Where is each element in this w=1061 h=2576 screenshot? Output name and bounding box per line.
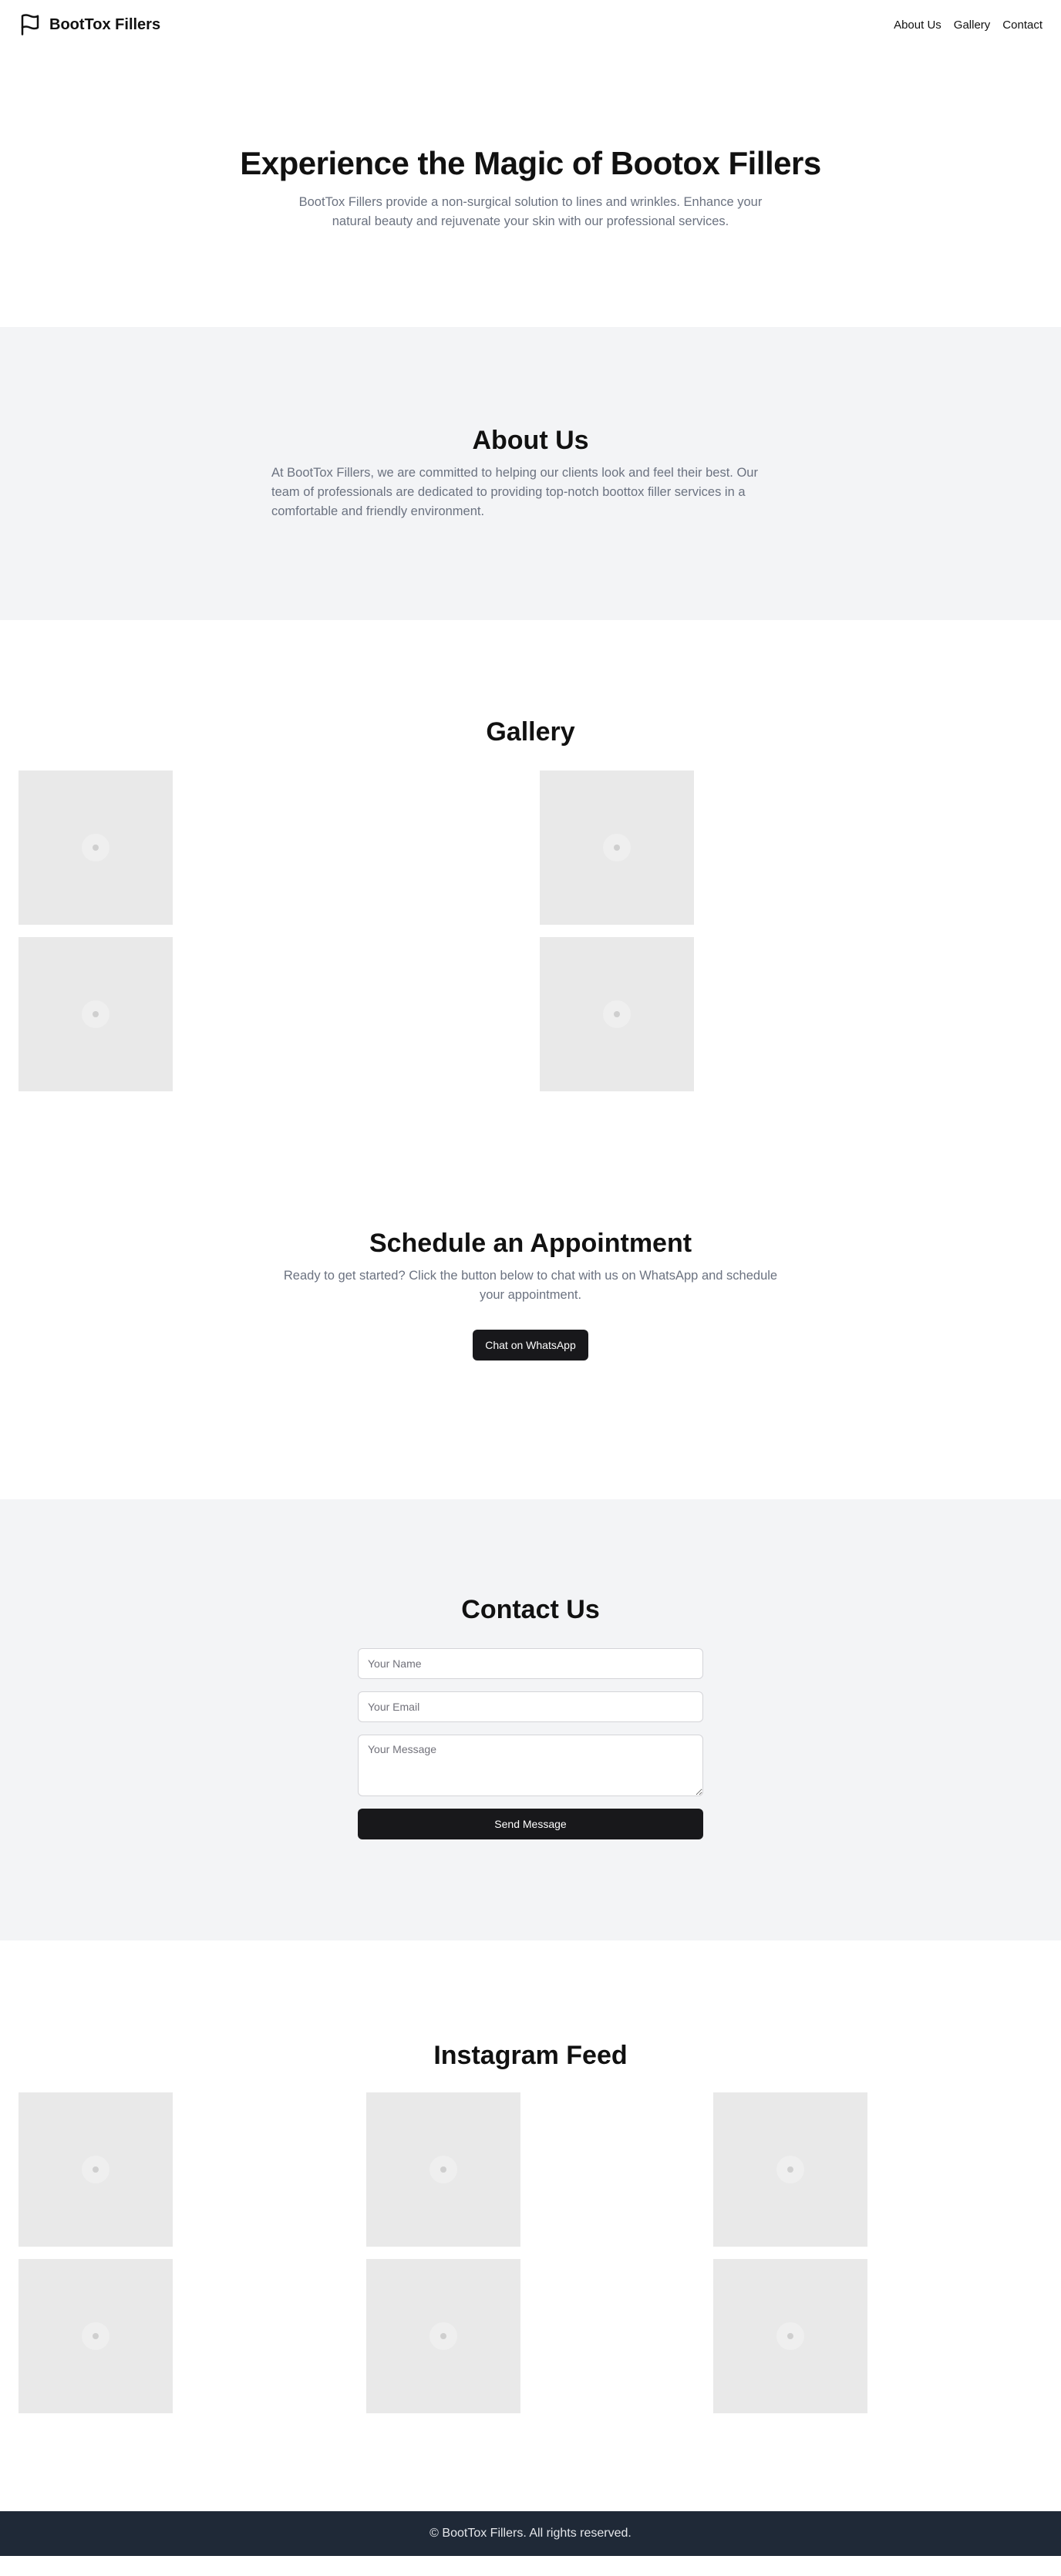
contact-section: Contact Us Send Message	[0, 1499, 1061, 1940]
about-title: About Us	[472, 426, 589, 456]
image-placeholder-icon	[82, 2322, 109, 2350]
instagram-image[interactable]	[713, 2259, 868, 2413]
gallery-section: Gallery	[0, 620, 1061, 1192]
nav-link-about-us[interactable]: About Us	[894, 19, 941, 32]
gallery-grid	[19, 770, 1042, 1091]
site-footer: © BootTox Fillers. All rights reserved.	[0, 2511, 1061, 2556]
hero-subtitle: BootTox Fillers provide a non-surgical s…	[298, 195, 763, 228]
send-message-button[interactable]: Send Message	[358, 1809, 703, 1839]
contact-form: Send Message	[358, 1648, 703, 1839]
footer-copyright: © BootTox Fillers. All rights reserved.	[429, 2527, 632, 2540]
message-field[interactable]	[358, 1735, 703, 1796]
image-placeholder-icon	[603, 1000, 631, 1028]
nav-link-contact[interactable]: Contact	[1002, 19, 1042, 32]
image-placeholder-icon	[82, 1000, 109, 1028]
instagram-grid	[19, 2092, 1042, 2413]
brand-name: BootTox Fillers	[49, 15, 161, 33]
schedule-section: Schedule an Appointment Ready to get sta…	[0, 1192, 1061, 1499]
schedule-title: Schedule an Appointment	[369, 1229, 692, 1258]
instagram-image[interactable]	[19, 2092, 173, 2247]
whatsapp-button[interactable]: Chat on WhatsApp	[473, 1329, 588, 1360]
gallery-image[interactable]	[540, 770, 694, 925]
image-placeholder-icon	[603, 834, 631, 861]
instagram-title: Instagram Feed	[433, 2041, 628, 2070]
site-header: BootTox Fillers About Us Gallery Contact	[0, 0, 1061, 49]
instagram-image[interactable]	[713, 2092, 868, 2247]
gallery-image[interactable]	[19, 937, 173, 1091]
contact-title: Contact Us	[461, 1595, 600, 1624]
instagram-image[interactable]	[19, 2259, 173, 2413]
instagram-section: Instagram Feed	[0, 1940, 1061, 2511]
image-placeholder-icon	[776, 2322, 805, 2350]
image-placeholder-icon	[82, 834, 109, 861]
instagram-image[interactable]	[365, 2259, 520, 2413]
about-section: About Us At BootTox Fillers, we are comm…	[0, 327, 1061, 620]
image-placeholder-icon	[82, 2156, 109, 2183]
instagram-image[interactable]	[365, 2092, 520, 2247]
nav-link-gallery[interactable]: Gallery	[954, 19, 991, 32]
image-placeholder-icon	[429, 2322, 457, 2350]
image-placeholder-icon	[776, 2156, 805, 2183]
name-field[interactable]	[358, 1648, 703, 1679]
image-placeholder-icon	[429, 2156, 457, 2183]
main-nav: About Us Gallery Contact	[894, 19, 1042, 32]
email-field[interactable]	[358, 1691, 703, 1722]
hero-title: Experience the Magic of Bootox Fillers	[240, 145, 821, 182]
brand[interactable]: BootTox Fillers	[19, 13, 160, 36]
gallery-title: Gallery	[486, 717, 575, 747]
schedule-body: Ready to get started? Click the button b…	[283, 1269, 778, 1302]
hero-section: Experience the Magic of Bootox Fillers B…	[0, 49, 1061, 327]
gallery-image[interactable]	[540, 937, 694, 1091]
flag-icon	[19, 13, 42, 36]
about-body: At BootTox Fillers, we are committed to …	[271, 466, 758, 518]
gallery-image[interactable]	[19, 770, 173, 925]
